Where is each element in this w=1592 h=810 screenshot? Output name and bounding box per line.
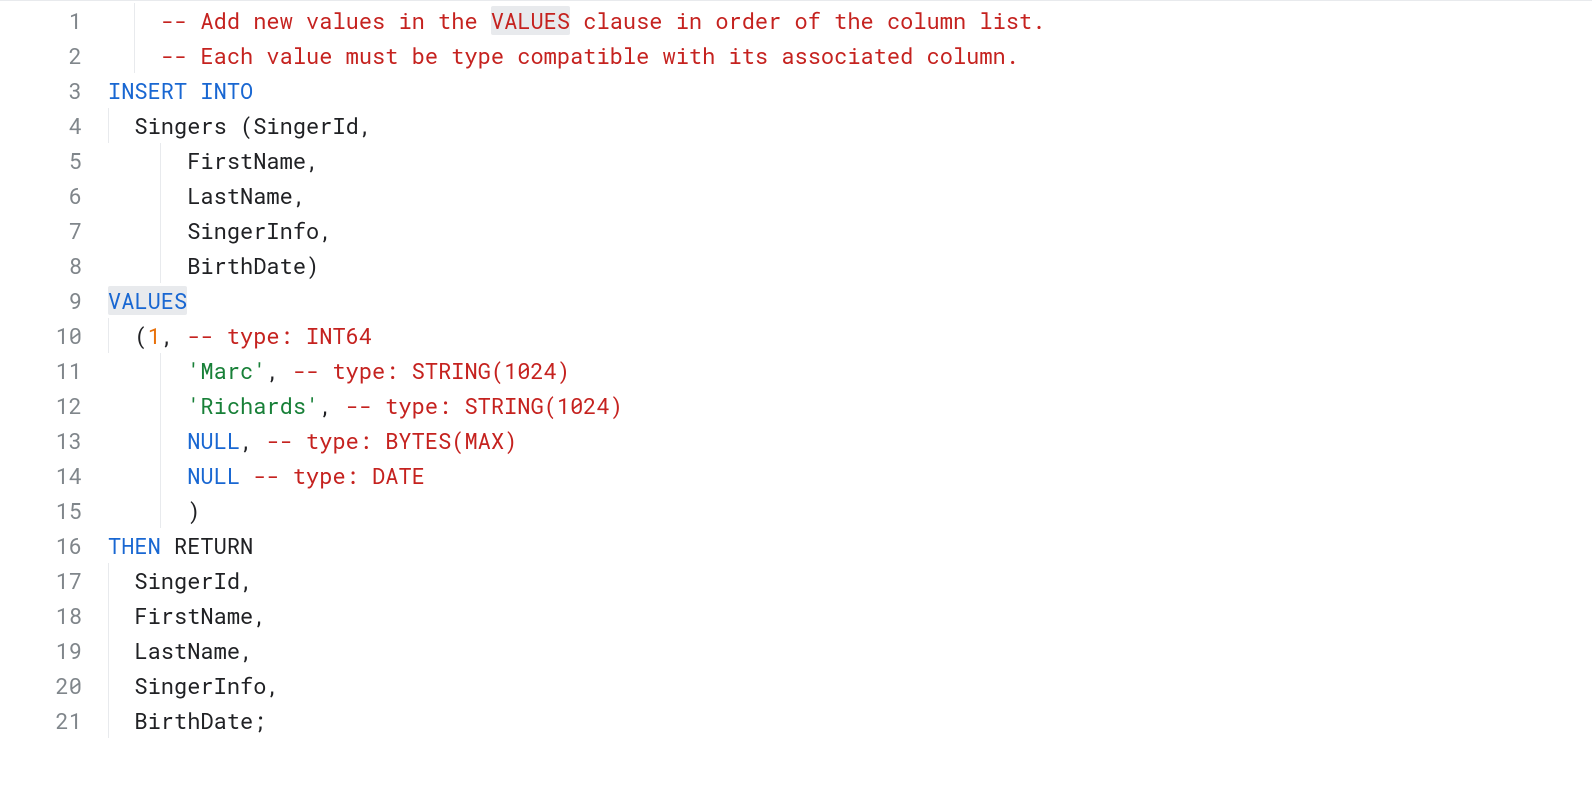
indent [108,391,187,420]
line-number: 6 [0,178,82,213]
line-number: 18 [0,598,82,633]
indent [108,426,187,455]
code-token: VALUES [491,6,570,35]
code-token: BirthDate) [187,251,319,280]
code-token: , [240,426,266,455]
line-number: 10 [0,318,82,353]
line-number: 12 [0,388,82,423]
indent [108,636,134,665]
code-line[interactable]: NULL, -- type: BYTES(MAX) [100,423,1592,458]
indent [108,566,134,595]
indent [108,461,187,490]
line-number: 9 [0,283,82,318]
indent [108,706,134,735]
code-line[interactable]: BirthDate) [100,248,1592,283]
code-token: , [319,391,345,420]
code-line[interactable]: LastName, [100,633,1592,668]
line-number: 17 [0,563,82,598]
code-token: clause in order of the column list. [570,6,1045,35]
line-number: 1 [0,3,82,38]
code-token: SingerInfo, [187,216,332,245]
code-editor[interactable]: 123456789101112131415161718192021 -- Add… [0,0,1592,810]
line-number: 7 [0,213,82,248]
code-token: 'Richards' [187,391,319,420]
code-token: VALUES [108,286,187,315]
code-line[interactable]: THEN RETURN [100,528,1592,563]
indent [108,496,187,525]
code-token: RETURN [161,531,253,560]
code-token: -- type: STRING(1024) [346,391,623,420]
code-line[interactable]: 'Richards', -- type: STRING(1024) [100,388,1592,423]
code-line[interactable]: LastName, [100,178,1592,213]
indent [108,251,187,280]
code-area[interactable]: -- Add new values in the VALUES clause i… [100,3,1592,810]
line-number: 4 [0,108,82,143]
indent [108,216,187,245]
line-number: 14 [0,458,82,493]
code-token: -- Each value must be type compatible wi… [161,41,1019,70]
code-token: ( [134,321,147,350]
code-token: LastName, [187,181,306,210]
code-line[interactable]: NULL -- type: DATE [100,458,1592,493]
code-token: -- type: INT64 [187,321,372,350]
line-number-gutter: 123456789101112131415161718192021 [0,3,100,810]
code-token: NULL [187,426,240,455]
indent [108,146,187,175]
code-token: LastName, [134,636,253,665]
code-line[interactable]: 'Marc', -- type: STRING(1024) [100,353,1592,388]
line-number: 19 [0,633,82,668]
code-token: NULL [187,461,240,490]
code-line[interactable]: SingerId, [100,563,1592,598]
code-line[interactable]: FirstName, [100,598,1592,633]
code-token: SingerInfo, [134,671,279,700]
code-token: THEN [108,531,161,560]
code-token: FirstName, [187,146,319,175]
indent [108,6,161,35]
code-token [240,461,253,490]
code-line[interactable]: Singers (SingerId, [100,108,1592,143]
code-line[interactable]: (1, -- type: INT64 [100,318,1592,353]
line-number: 13 [0,423,82,458]
code-token: INSERT INTO [108,76,253,105]
code-token: , [266,356,292,385]
code-token: -- Add new values in the [161,6,491,35]
line-number: 11 [0,353,82,388]
code-line[interactable]: SingerInfo, [100,668,1592,703]
code-line[interactable]: INSERT INTO [100,73,1592,108]
indent [108,181,187,210]
indent [108,356,187,385]
code-token: -- type: BYTES(MAX) [266,426,517,455]
code-token: , [161,321,187,350]
code-line[interactable]: VALUES [100,283,1592,318]
code-line[interactable]: ) [100,493,1592,528]
code-token: ) [187,496,200,525]
code-line[interactable]: SingerInfo, [100,213,1592,248]
indent [108,601,134,630]
code-token: 'Marc' [187,356,266,385]
code-line[interactable]: FirstName, [100,143,1592,178]
indent [108,671,134,700]
code-token: -- type: STRING(1024) [293,356,570,385]
indent [108,41,161,70]
code-line[interactable]: BirthDate; [100,703,1592,738]
code-token: Singers (SingerId, [134,111,372,140]
line-number: 15 [0,493,82,528]
line-number: 8 [0,248,82,283]
line-number: 5 [0,143,82,178]
code-token: SingerId, [134,566,253,595]
code-token: 1 [148,321,161,350]
line-number: 16 [0,528,82,563]
code-line[interactable]: -- Each value must be type compatible wi… [100,38,1592,73]
line-number: 3 [0,73,82,108]
code-line[interactable]: -- Add new values in the VALUES clause i… [100,3,1592,38]
indent [108,111,134,140]
line-number: 2 [0,38,82,73]
code-token: BirthDate; [134,706,266,735]
line-number: 20 [0,668,82,703]
code-token: -- type: DATE [253,461,425,490]
code-token: FirstName, [134,601,266,630]
line-number: 21 [0,703,82,738]
indent [108,321,134,350]
